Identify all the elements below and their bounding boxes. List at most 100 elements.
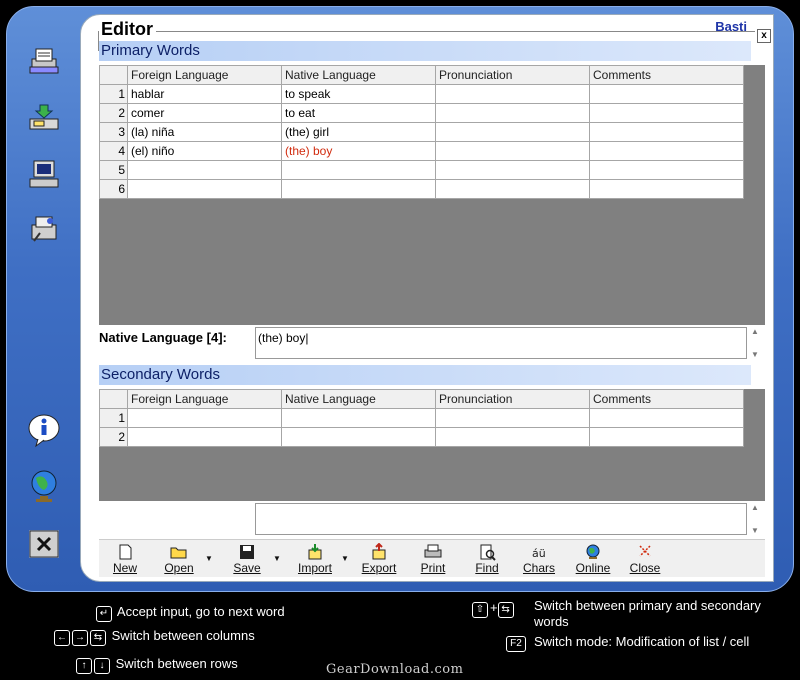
cell-native[interactable]	[281, 160, 436, 180]
new-button[interactable]: New	[101, 542, 149, 576]
exit-icon[interactable]	[22, 522, 66, 566]
export-button[interactable]: Export	[355, 542, 403, 576]
sidebar	[14, 30, 74, 590]
cell-foreign[interactable]: (el) niño	[127, 141, 282, 161]
save-dropdown-icon[interactable]: ▼	[273, 554, 281, 563]
primary-grid-area: Foreign Language Native Language Pronunc…	[99, 65, 765, 325]
close-label: Close	[629, 561, 661, 575]
new-label: New	[112, 561, 137, 575]
cell-pronunciation[interactable]	[435, 179, 590, 199]
find-label: Find	[475, 561, 499, 575]
cell-foreign[interactable]	[127, 160, 282, 180]
cell-native[interactable]	[281, 408, 436, 428]
column-header-native[interactable]: Native Language	[281, 65, 436, 85]
cell-comments[interactable]	[589, 103, 744, 123]
cell-comments[interactable]	[589, 179, 744, 199]
cell-pronunciation[interactable]	[435, 103, 590, 123]
secondary-words-table: Foreign Language Native Language Pronunc…	[99, 389, 744, 447]
help-accept-text: Accept input, go to next word	[116, 604, 285, 619]
save-disk-icon	[240, 545, 254, 559]
column-header-foreign[interactable]: Foreign Language	[127, 389, 282, 409]
row-number: 6	[99, 179, 128, 199]
cell-native-active[interactable]: (the) boy	[281, 141, 436, 161]
cell-comments[interactable]	[589, 408, 744, 428]
cell-pronunciation[interactable]	[435, 408, 590, 428]
help-columns: ← → ⇆ Switch between columns	[54, 628, 255, 646]
cell-comments[interactable]	[589, 141, 744, 161]
cell-native[interactable]	[281, 179, 436, 199]
table-row[interactable]: 1	[99, 408, 744, 428]
open-button[interactable]: Open	[155, 542, 203, 576]
close-button[interactable]: Close	[621, 542, 669, 576]
cell-pronunciation[interactable]	[435, 141, 590, 161]
cell-comments[interactable]	[589, 427, 744, 447]
column-header-pronunciation[interactable]: Pronunciation	[435, 65, 590, 85]
cell-comments[interactable]	[589, 160, 744, 180]
column-header-native[interactable]: Native Language	[281, 389, 436, 409]
row-number: 5	[99, 160, 128, 180]
cell-foreign[interactable]: hablar	[127, 84, 282, 104]
table-row[interactable]: 6	[99, 179, 744, 199]
table-header-row: Foreign Language Native Language Pronunc…	[99, 389, 744, 409]
print-label: Print	[420, 561, 446, 575]
globe-icon[interactable]	[22, 464, 66, 508]
secondary-edit-input[interactable]	[255, 503, 747, 535]
close-editor-button[interactable]: x	[757, 29, 771, 43]
save-button[interactable]: Save	[223, 542, 271, 576]
table-row[interactable]: 2	[99, 427, 744, 447]
cell-native[interactable]: (the) girl	[281, 122, 436, 142]
edit-field-label: Native Language [4]:	[99, 330, 227, 345]
print-button[interactable]: Print	[409, 542, 457, 576]
table-row[interactable]: 4 (el) niño (the) boy	[99, 141, 744, 161]
import-button[interactable]: Import	[291, 542, 339, 576]
find-button[interactable]: Find	[463, 542, 511, 576]
find-icon	[480, 544, 496, 561]
cell-foreign[interactable]	[127, 408, 282, 428]
open-dropdown-icon[interactable]: ▼	[205, 554, 213, 563]
online-button[interactable]: Online	[569, 542, 617, 576]
cell-foreign[interactable]: comer	[127, 103, 282, 123]
import-dropdown-icon[interactable]: ▼	[341, 554, 349, 563]
tools-icon[interactable]	[22, 208, 66, 252]
cell-pronunciation[interactable]	[435, 84, 590, 104]
help-mode-text: Switch mode: Modification of list / cell	[534, 634, 750, 649]
chars-button[interactable]: áü Chars	[515, 542, 563, 576]
cell-pronunciation[interactable]	[435, 427, 590, 447]
cell-native[interactable]: to eat	[281, 103, 436, 123]
chars-label: Chars	[522, 561, 555, 575]
print-list-icon[interactable]	[22, 40, 66, 84]
title-divider	[156, 31, 755, 32]
cell-foreign[interactable]: (la) niña	[127, 122, 282, 142]
cell-foreign[interactable]	[127, 427, 282, 447]
edit-scrollbar[interactable]: ▲ ▼	[747, 327, 763, 359]
cell-foreign[interactable]	[127, 179, 282, 199]
help-rows: ↑ ↓ Switch between rows	[76, 656, 238, 674]
cell-native[interactable]: to speak	[281, 84, 436, 104]
table-row[interactable]: 3 (la) niña (the) girl	[99, 122, 744, 142]
native-language-input[interactable]: (the) boy|	[255, 327, 747, 359]
secondary-edit-scrollbar[interactable]: ▲ ▼	[747, 503, 763, 535]
column-header-foreign[interactable]: Foreign Language	[127, 65, 282, 85]
table-row[interactable]: 5	[99, 160, 744, 180]
new-document-icon	[119, 544, 132, 560]
column-header-comments[interactable]: Comments	[589, 65, 744, 85]
computer-icon[interactable]	[22, 152, 66, 196]
table-row[interactable]: 1 hablar to speak	[99, 84, 744, 104]
row-number: 1	[99, 84, 128, 104]
editor-title: Editor	[99, 19, 155, 40]
import-icon[interactable]	[22, 96, 66, 140]
help-primary-secondary-text: Switch between primary and secondary wor…	[534, 598, 761, 629]
cell-pronunciation[interactable]	[435, 122, 590, 142]
import-label: Import	[297, 561, 332, 575]
info-icon[interactable]	[22, 408, 66, 452]
cell-comments[interactable]	[589, 84, 744, 104]
secondary-grid-area: Foreign Language Native Language Pronunc…	[99, 389, 765, 501]
cell-native[interactable]	[281, 427, 436, 447]
column-header-pronunciation[interactable]: Pronunciation	[435, 389, 590, 409]
column-header-comments[interactable]: Comments	[589, 389, 744, 409]
import-toolbar-icon	[308, 544, 322, 560]
table-row[interactable]: 2 comer to eat	[99, 103, 744, 123]
help-columns-text: Switch between columns	[111, 628, 255, 643]
cell-pronunciation[interactable]	[435, 160, 590, 180]
cell-comments[interactable]	[589, 122, 744, 142]
